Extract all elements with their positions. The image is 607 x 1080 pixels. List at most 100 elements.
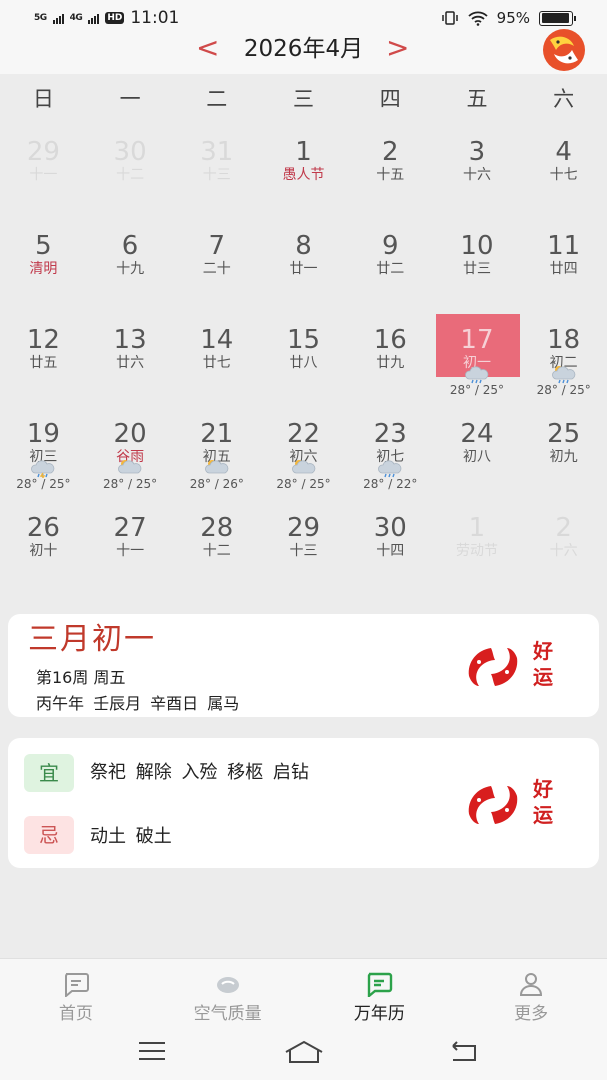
day-number: 10 [460, 231, 494, 261]
weekday-header-row: 日一二三四五六 [0, 74, 607, 124]
calendar-week-row: 19 初三 28° / 25° 20 谷雨 28° / 25° 21 初五 28° / 26° 2… [0, 408, 607, 502]
lunar-date-label: 廿五 [29, 355, 58, 371]
tab-home[interactable]: 首页 [0, 959, 152, 1030]
temperature-range: 28° / 25° [449, 383, 505, 397]
thunder-rain-icon [29, 458, 57, 480]
battery-percent: 95% [496, 9, 530, 27]
calendar-day[interactable]: 12 廿五 [0, 314, 87, 408]
lunar-date-title: 三月初一 [28, 622, 156, 657]
person-icon [520, 973, 543, 996]
calendar-day[interactable]: 23 初七 28° / 22° [347, 408, 434, 502]
temperature-range: 28° / 25° [16, 477, 71, 491]
day-number: 5 [35, 231, 52, 261]
tab-air-quality[interactable]: 空气质量 [152, 959, 304, 1030]
calendar-day[interactable]: 29 十三 [260, 502, 347, 596]
day-number: 21 [200, 419, 234, 449]
calendar-day[interactable]: 14 廿七 [173, 314, 260, 408]
calendar-day[interactable]: 2 十五 [347, 126, 434, 220]
calendar-day[interactable]: 29 十一 [0, 126, 87, 220]
next-month-button[interactable]: > [386, 33, 409, 63]
temperature-range: 28° / 26° [189, 477, 244, 491]
calendar-day[interactable]: 19 初三 28° / 25° [0, 408, 87, 502]
calendar-day[interactable]: 9 廿二 [347, 220, 434, 314]
bottom-tab-bar: 首页 空气质量 万年历 更多 [0, 958, 607, 1030]
menu-icon[interactable] [137, 1040, 167, 1062]
lunar-date-label: 十六 [462, 167, 491, 183]
koi-fish-icon [468, 648, 518, 686]
koi-fish-logo-icon[interactable] [536, 26, 592, 72]
calendar-day[interactable]: 20 谷雨 28° / 25° [87, 408, 174, 502]
day-number: 29 [26, 137, 60, 167]
calendar-day[interactable]: 10 廿三 [434, 220, 521, 314]
temperature-range: 28° / 25° [102, 477, 158, 491]
tab-calendar-label: 万年历 [353, 1004, 405, 1024]
partly-cloudy-icon [203, 458, 231, 478]
home-icon[interactable] [284, 1040, 324, 1064]
calendar-day[interactable]: 4 十七 [520, 126, 607, 220]
day-number: 15 [286, 325, 321, 355]
calendar-day[interactable]: 16 廿九 [347, 314, 434, 408]
day-number: 30 [373, 513, 407, 543]
day-number: 24 [460, 419, 494, 449]
day-weather: 28° / 25° [260, 458, 347, 491]
calendar-day[interactable]: 18 初二 28° / 25° [520, 314, 607, 408]
tab-more[interactable]: 更多 [455, 959, 607, 1030]
calendar-day[interactable]: 3 十六 [434, 126, 521, 220]
calendar-day[interactable]: 7 二十 [173, 220, 260, 314]
calendar-day[interactable]: 22 初六 28° / 25° [260, 408, 347, 502]
signal-5g-label: 5G [34, 12, 47, 23]
good-luck-badge[interactable]: 好运 [461, 638, 561, 698]
lucky-char-1: 好 [533, 639, 553, 663]
lucky-char-1: 好 [533, 777, 553, 801]
status-bar: 5G 4G HD 11:01 95% [0, 0, 607, 36]
temperature-range: 28° / 25° [536, 383, 591, 397]
yi-items: 祭祀 解除 入殓 移柩 启钻 [90, 762, 309, 783]
back-icon[interactable] [447, 1040, 479, 1064]
calendar-day[interactable]: 31 十三 [173, 126, 260, 220]
calendar-day[interactable]: 1 劳动节 [434, 502, 521, 596]
calendar-day[interactable]: 8 廿一 [260, 220, 347, 314]
day-number: 18 [547, 325, 581, 355]
lunar-date-label: 劳动节 [455, 543, 498, 559]
calendar-day[interactable]: 15 廿八 [260, 314, 347, 408]
lunar-date-label: 十六 [549, 543, 578, 559]
selected-date-info-card: 三月初一 第16周 周五 丙午年 壬辰月 辛酉日 属马 好运 [8, 614, 599, 717]
calendar-day[interactable]: 27 十一 [87, 502, 174, 596]
calendar-day[interactable]: 5 清明 [0, 220, 87, 314]
calendar-day[interactable]: 28 十二 [173, 502, 260, 596]
calendar-day[interactable]: 11 廿四 [520, 220, 607, 314]
calendar-day[interactable]: 21 初五 28° / 26° [173, 408, 260, 502]
tab-calendar[interactable]: 万年历 [304, 959, 456, 1030]
lunar-date-label: 初九 [549, 449, 578, 465]
partly-cloudy-icon [290, 458, 318, 478]
day-weather: 28° / 25° [87, 458, 174, 491]
lunar-date-label: 十一 [116, 543, 145, 559]
lunar-date-label: 廿八 [289, 355, 318, 371]
day-number: 1 [468, 513, 486, 543]
day-number: 31 [200, 137, 234, 167]
ji-tag: 忌 [24, 816, 74, 854]
day-number: 26 [26, 513, 60, 543]
calendar-day[interactable]: 30 十二 [87, 126, 174, 220]
calendar-day[interactable]: 1 愚人节 [260, 126, 347, 220]
calendar-day[interactable]: 6 十九 [87, 220, 174, 314]
lunar-date-label: 廿二 [376, 261, 405, 277]
calendar-week-row: 5 清明 6 十九 7 二十 8 廿一 9 廿二 10 廿三 11 廿四 [0, 220, 607, 314]
calendar-day[interactable]: 30 十四 [347, 502, 434, 596]
calendar-day[interactable]: 13 廿六 [87, 314, 174, 408]
tab-air-quality-label: 空气质量 [193, 1004, 262, 1024]
calendar-day[interactable]: 25 初九 [520, 408, 607, 502]
system-navigation-bar [0, 1030, 607, 1080]
day-number: 4 [555, 137, 572, 167]
month-title[interactable]: 2026年4月 [0, 36, 607, 62]
calendar-day[interactable]: 26 初十 [0, 502, 87, 596]
calendar-day-selected[interactable]: 17 初一 28° / 25° [434, 314, 521, 408]
good-luck-badge[interactable]: 好运 [461, 776, 561, 836]
calendar-day[interactable]: 2 十六 [520, 502, 607, 596]
day-number: 14 [200, 325, 234, 355]
month-header: < 2026年4月 > [0, 29, 607, 74]
temperature-range: 28° / 25° [276, 477, 331, 491]
day-number: 23 [373, 419, 407, 449]
calendar-day[interactable]: 24 初八 [434, 408, 521, 502]
festival-label: 愚人节 [282, 167, 325, 183]
